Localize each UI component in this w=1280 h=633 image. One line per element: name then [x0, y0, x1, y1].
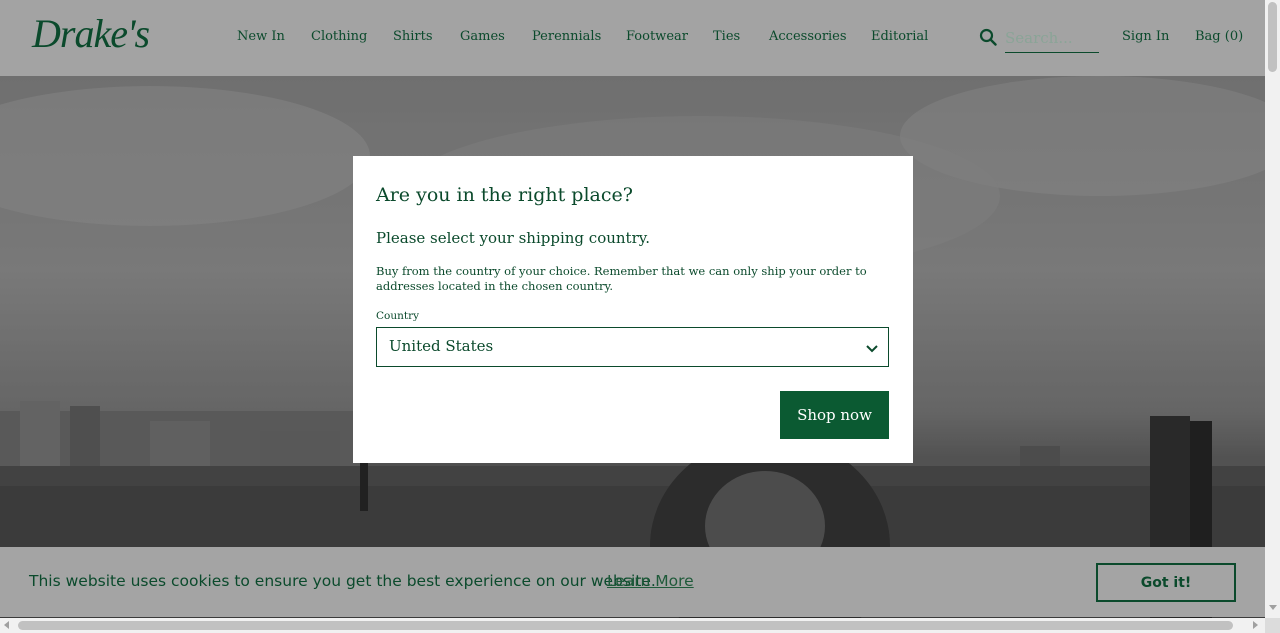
vertical-scroll-thumb[interactable]	[1268, 2, 1277, 72]
cookie-banner: This website uses cookies to ensure you …	[0, 547, 1265, 617]
cookie-message: This website uses cookies to ensure you …	[29, 572, 656, 590]
modal-subtitle: Please select your shipping country.	[376, 229, 650, 247]
cookie-accept-button[interactable]: Got it!	[1096, 563, 1236, 602]
search-input[interactable]	[1005, 24, 1099, 53]
nav-item-ties[interactable]: Ties	[713, 29, 740, 44]
nav-item-new-in[interactable]: New In	[237, 29, 285, 44]
country-label: Country	[376, 310, 420, 322]
chevron-down-icon	[866, 345, 878, 353]
shop-now-button[interactable]: Shop now	[780, 391, 889, 439]
nav-item-accessories[interactable]: Accessories	[769, 29, 847, 44]
scroll-down-arrow-icon[interactable]	[1269, 605, 1277, 610]
nav-item-clothing[interactable]: Clothing	[311, 29, 367, 44]
nav-item-editorial[interactable]: Editorial	[871, 29, 928, 44]
nav-item-games[interactable]: Games	[460, 29, 505, 44]
search-icon[interactable]	[979, 28, 997, 46]
country-select[interactable]: United States	[376, 327, 889, 367]
nav-item-perennials[interactable]: Perennials	[532, 29, 601, 44]
horizontal-scrollbar[interactable]	[0, 618, 1265, 633]
country-modal: Are you in the right place? Please selec…	[353, 156, 913, 463]
vertical-scrollbar[interactable]	[1265, 0, 1280, 618]
nav-item-shirts[interactable]: Shirts	[393, 29, 433, 44]
nav-item-footwear[interactable]: Footwear	[626, 29, 688, 44]
scroll-right-arrow-icon[interactable]	[1253, 621, 1258, 629]
brand-logo[interactable]: Drake's	[32, 10, 150, 57]
country-select-value: United States	[389, 337, 494, 355]
scrollbar-corner	[1265, 618, 1280, 633]
sign-in-link[interactable]: Sign In	[1122, 29, 1169, 44]
modal-title: Are you in the right place?	[376, 184, 633, 206]
bag-link[interactable]: Bag (0)	[1195, 29, 1243, 44]
modal-description: Buy from the country of your choice. Rem…	[376, 264, 867, 293]
site-header: Drake's New In Clothing Shirts Games Per…	[0, 0, 1265, 76]
horizontal-scroll-thumb[interactable]	[18, 621, 1233, 630]
learn-more-link[interactable]: Learn More	[607, 572, 694, 590]
scroll-left-arrow-icon[interactable]	[4, 621, 9, 629]
